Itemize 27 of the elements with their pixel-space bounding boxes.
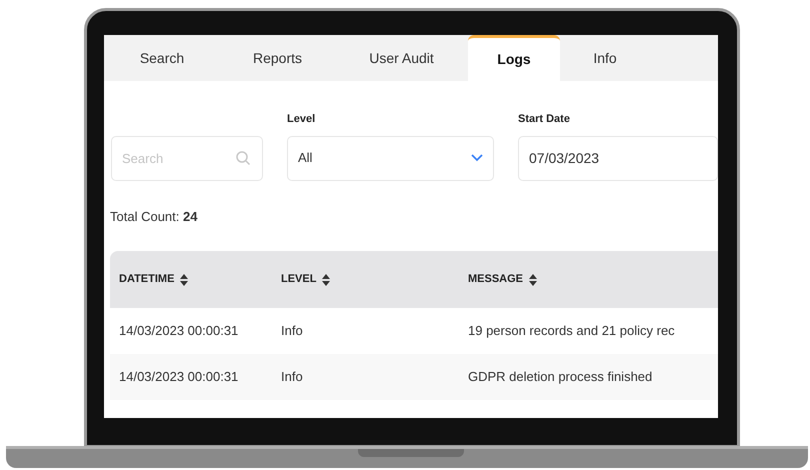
tab[interactable]: Search — [104, 35, 220, 81]
start-date-field[interactable]: 07/03/2023 — [518, 136, 718, 180]
sort-icon[interactable] — [529, 274, 538, 286]
table-cell: Info — [281, 323, 303, 338]
table-cell: 14/03/2023 00:00:31 — [119, 323, 238, 338]
column-header[interactable]: LEVEL — [281, 271, 316, 288]
table-cell: Info — [281, 369, 303, 384]
sort-icon[interactable] — [322, 274, 330, 286]
total-count: Total Count: 24 — [110, 208, 198, 224]
chevron-down-icon — [471, 154, 483, 162]
table-cell: 19 person records and 21 policy rec — [468, 323, 675, 338]
sort-icon[interactable] — [180, 274, 188, 286]
tab[interactable]: Info — [560, 35, 650, 81]
level-value: All — [298, 149, 312, 168]
search-field[interactable]: Search — [111, 136, 263, 180]
level-dropdown[interactable]: All — [287, 136, 494, 180]
table-cell: 14/03/2023 00:00:31 — [119, 369, 238, 384]
column-header[interactable]: MESSAGE — [468, 271, 524, 288]
start-date-label: Start Date — [518, 112, 571, 127]
table-cell: GDPR deletion process finished — [468, 369, 652, 384]
start-date-value: 07/03/2023 — [529, 148, 600, 168]
tab[interactable]: User Audit — [335, 35, 468, 81]
tab[interactable]: Logs — [468, 35, 560, 81]
column-header[interactable]: DATETIME — [119, 271, 174, 288]
tab[interactable]: Reports — [220, 35, 335, 81]
search-icon — [235, 150, 251, 166]
level-label: Level — [287, 112, 316, 127]
